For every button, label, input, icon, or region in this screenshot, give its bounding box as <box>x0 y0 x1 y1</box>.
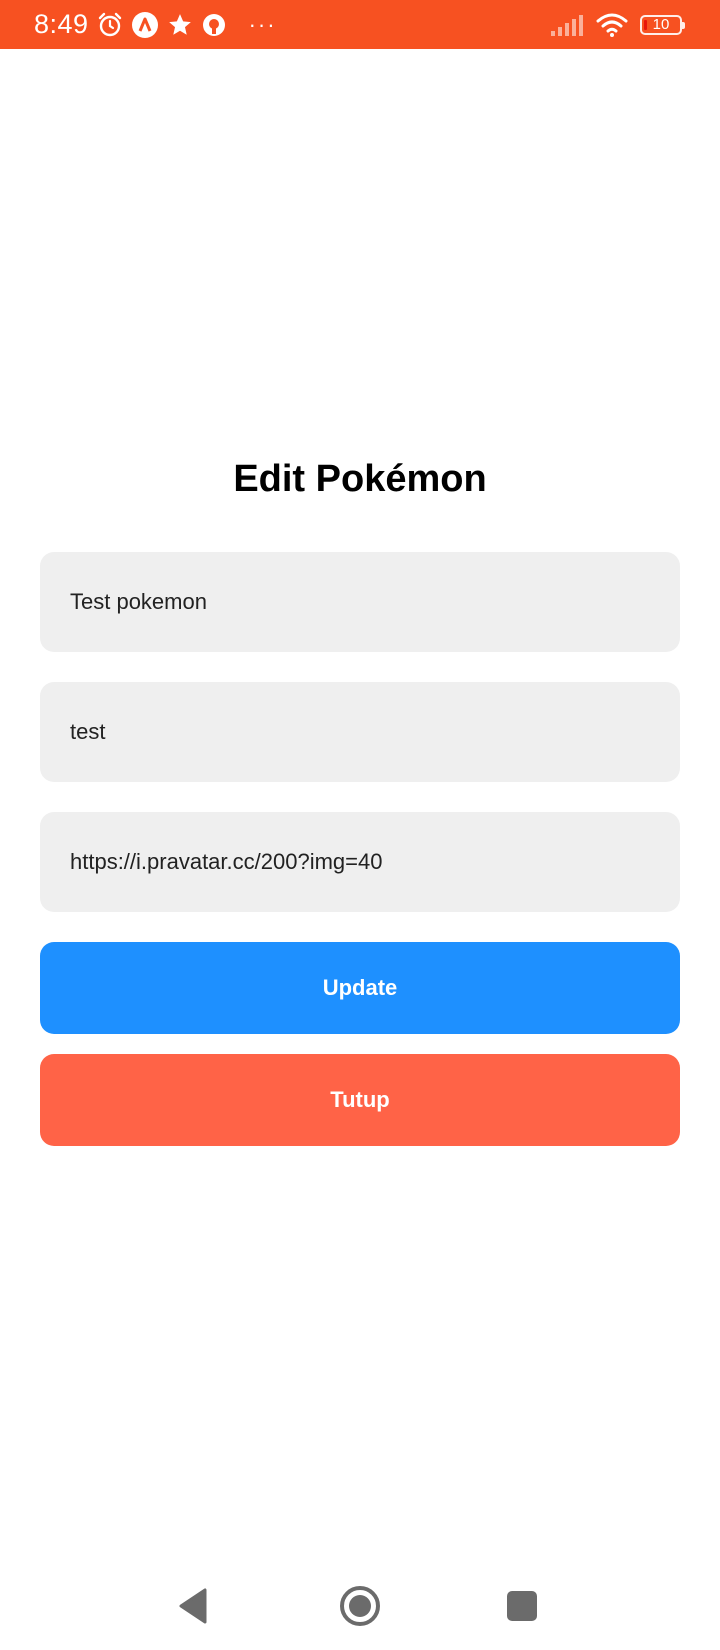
type-field-value: test <box>70 719 106 744</box>
wifi-icon <box>596 12 628 38</box>
status-time: 8:49 <box>34 9 89 39</box>
star-icon <box>167 12 193 38</box>
close-button[interactable]: Tutup <box>40 1054 680 1146</box>
recents-icon[interactable] <box>498 1582 546 1630</box>
home-icon[interactable] <box>336 1582 384 1630</box>
battery-level: 10 <box>652 16 670 33</box>
signal-icon <box>550 13 584 37</box>
navigation-bar <box>0 1560 720 1650</box>
alarm-icon <box>97 12 123 38</box>
name-field-value: Test pokemon <box>70 589 207 614</box>
app-a-icon <box>131 11 159 39</box>
status-bar: 8:49 ··· 10 <box>0 0 720 49</box>
battery-icon: 10 <box>640 14 685 35</box>
type-field[interactable]: test <box>40 682 680 782</box>
update-button-label: Update <box>322 975 398 1000</box>
more-icon: ··· <box>248 11 277 37</box>
page-title: Edit Pokémon <box>233 458 487 500</box>
close-button-label: Tutup <box>330 1087 390 1112</box>
status-left: 8:49 ··· <box>34 0 277 49</box>
update-button[interactable]: Update <box>40 942 680 1034</box>
back-icon[interactable] <box>170 1582 218 1630</box>
image-url-field[interactable]: https://i.pravatar.cc/200?img=40 <box>40 812 680 912</box>
app-circle-icon <box>201 12 227 38</box>
name-field[interactable]: Test pokemon <box>40 552 680 652</box>
status-right: 10 <box>550 0 685 49</box>
image-url-field-value: https://i.pravatar.cc/200?img=40 <box>70 849 383 874</box>
